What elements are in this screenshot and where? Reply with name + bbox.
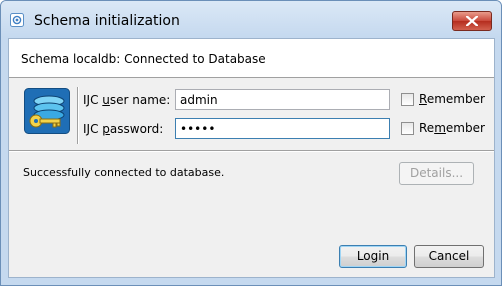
username-input[interactable]: [175, 89, 390, 110]
remember-password-checkbox[interactable]: [401, 122, 414, 135]
form-separator: [9, 150, 494, 152]
database-key-icon: [24, 88, 70, 134]
close-icon: [466, 16, 478, 26]
password-input[interactable]: [175, 118, 390, 139]
details-button[interactable]: Details...: [399, 162, 474, 185]
connection-header: Schema localdb: Connected to Database: [21, 52, 266, 66]
window-title: Schema initialization: [34, 13, 180, 29]
close-button[interactable]: [452, 11, 492, 31]
schema-app-icon: [10, 13, 24, 27]
login-button[interactable]: Login: [339, 245, 407, 268]
remember-username-label[interactable]: Remember: [419, 92, 485, 106]
remember-password-label[interactable]: Remember: [419, 121, 485, 135]
password-label: IJC password:: [83, 122, 164, 136]
cancel-button[interactable]: Cancel: [414, 245, 484, 268]
remember-username-checkbox[interactable]: [401, 93, 414, 106]
icon-separator: [77, 87, 79, 144]
header-panel: Schema localdb: Connected to Database: [9, 39, 494, 78]
status-message: Successfully connected to database.: [23, 166, 225, 179]
schema-initialization-dialog: Schema initialization Schema localdb: Co…: [0, 0, 502, 286]
dialog-body: Schema localdb: Connected to Database IJ…: [8, 38, 495, 278]
title-bar[interactable]: Schema initialization: [1, 1, 501, 37]
username-label: IJC user name:: [83, 93, 171, 107]
